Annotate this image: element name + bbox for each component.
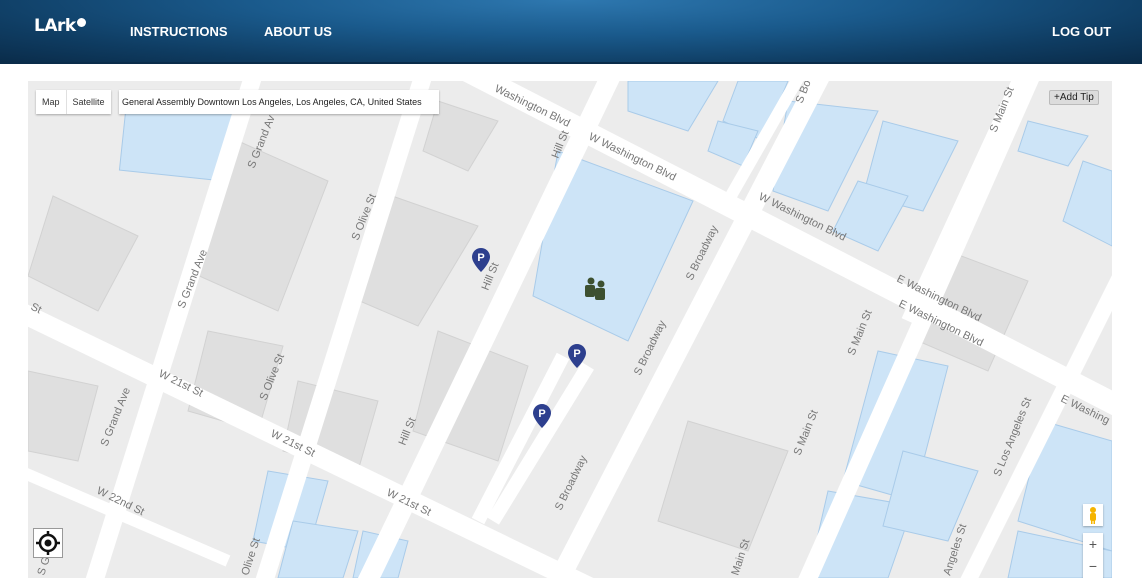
- zoom-control: + −: [1083, 533, 1103, 578]
- parking-marker-icon[interactable]: P: [472, 248, 490, 272]
- logo-dot-icon: [76, 18, 86, 27]
- label-s-broadway-3: S Broadway: [553, 453, 590, 512]
- svg-text:P: P: [538, 408, 545, 420]
- logo-text: LArk: [34, 16, 76, 36]
- parking-marker-icon[interactable]: P: [533, 404, 551, 428]
- map-type-satellite-button[interactable]: Satellite: [65, 90, 111, 114]
- add-tip-button[interactable]: +Add Tip: [1049, 90, 1099, 105]
- label-s-grand-3: S Grand Ave: [99, 386, 133, 448]
- nav-about-link[interactable]: ABOUT US: [264, 24, 332, 39]
- label-s-main-2: S Main St: [792, 408, 821, 457]
- crosshair-icon: [36, 531, 60, 555]
- map-type-control: Map Satellite: [36, 90, 111, 114]
- parking-marker-icon[interactable]: P: [568, 344, 586, 368]
- pegman-icon: [1090, 507, 1096, 524]
- nav-instructions-link[interactable]: INSTRUCTIONS: [130, 24, 228, 39]
- label-s-main-1: S Main St: [846, 308, 875, 357]
- map-type-map-button[interactable]: Map: [36, 90, 66, 114]
- lark-logo[interactable]: LArk: [34, 16, 86, 36]
- svg-text:P: P: [573, 348, 580, 360]
- nav-logout-link[interactable]: LOG OUT: [1052, 24, 1111, 39]
- svg-text:P: P: [477, 252, 484, 264]
- location-search-input[interactable]: [119, 90, 439, 114]
- zoom-out-button[interactable]: −: [1083, 555, 1103, 577]
- top-navbar: LArk INSTRUCTIONS ABOUT US LOG OUT: [0, 0, 1142, 64]
- locate-me-button[interactable]: [33, 528, 63, 558]
- map-graphic: Washington Blvd W Washington Blvd W Wash…: [28, 81, 1112, 578]
- zoom-in-button[interactable]: +: [1083, 533, 1103, 555]
- map-canvas[interactable]: Washington Blvd W Washington Blvd W Wash…: [28, 81, 1112, 578]
- street-view-pegman-icon[interactable]: [1083, 504, 1103, 526]
